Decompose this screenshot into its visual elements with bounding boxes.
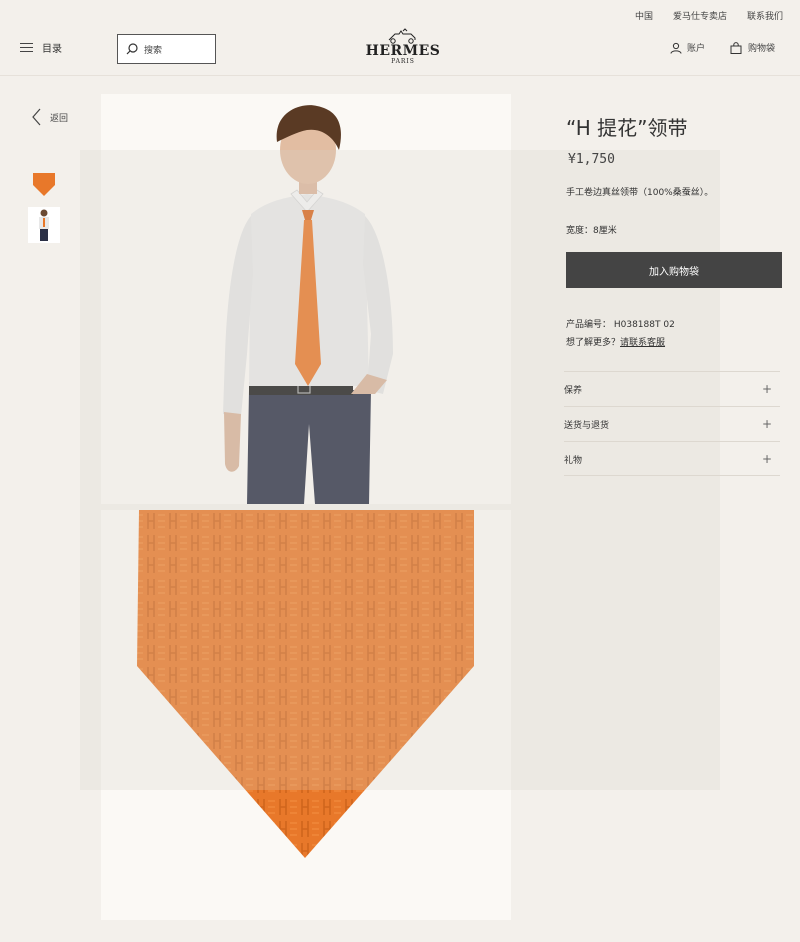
utility-bar: 中国 爱马仕专卖店 联系我们 — [635, 9, 783, 22]
search-icon — [126, 43, 138, 55]
accordion-delivery[interactable]: 送货与退货 + — [564, 406, 780, 441]
account-label: 账户 — [687, 44, 706, 54]
search-placeholder: 搜索 — [144, 45, 163, 56]
model-photo — [223, 105, 393, 504]
plus-icon: + — [761, 417, 772, 431]
back-label: 返回 — [50, 113, 69, 124]
menu-button[interactable]: 目录 — [20, 40, 62, 55]
thumbnail-model[interactable] — [28, 207, 60, 243]
hermes-logo[interactable]: HERMES PARIS — [362, 28, 444, 65]
model-thumbnail-image — [39, 209, 49, 241]
thumbnail-tie-detail[interactable] — [28, 166, 60, 202]
plus-icon: + — [761, 382, 772, 396]
accordion-divider — [564, 475, 780, 476]
more-info-prefix: 想了解更多？ — [566, 338, 621, 348]
region-link[interactable]: 中国 — [635, 9, 653, 22]
product-reference: 产品编号： H038188T 02 — [566, 320, 675, 330]
shopping-bag-icon — [730, 41, 742, 54]
product-description: 手工卷边真丝领带（100%桑蚕丝）。 — [566, 188, 714, 198]
product-image-panel — [101, 94, 511, 920]
more-info: 想了解更多？请联系客服 — [566, 335, 665, 348]
accordion-care-label: 保养 — [564, 385, 583, 396]
menu-label: 目录 — [42, 44, 62, 55]
carriage-logo-icon — [388, 28, 416, 44]
site-header: 目录 搜索 HERMES PARIS 账户 购物袋 — [0, 28, 800, 76]
accordion-gift-label: 礼物 — [564, 455, 583, 466]
accordion-gift[interactable]: 礼物 + — [564, 441, 780, 476]
plus-icon: + — [761, 452, 772, 466]
logo-brand: HERMES — [365, 43, 441, 59]
tie-thumbnail-image — [33, 173, 55, 196]
chevron-left-icon — [32, 108, 41, 126]
hamburger-icon — [20, 42, 33, 53]
logo-city: PARIS — [391, 58, 415, 65]
cart-label: 购物袋 — [748, 44, 776, 54]
back-link[interactable]: 返回 — [32, 108, 68, 126]
add-to-cart-button[interactable]: 加入购物袋 — [566, 252, 782, 288]
product-price: ¥1,750 — [568, 152, 615, 167]
contact-link[interactable]: 联系我们 — [747, 9, 783, 22]
user-icon — [670, 42, 682, 54]
contact-service-link[interactable]: 请联系客服 — [620, 338, 665, 348]
stores-link[interactable]: 爱马仕专卖店 — [673, 9, 727, 22]
product-title: “H 提花”领带 — [566, 116, 688, 140]
account-button[interactable]: 账户 — [670, 41, 705, 54]
accordion-care[interactable]: 保养 + — [564, 371, 780, 406]
cart-button[interactable]: 购物袋 — [730, 41, 775, 54]
search-input[interactable]: 搜索 — [117, 34, 216, 64]
product-width: 宽度：8厘米 — [566, 226, 617, 236]
accordion-delivery-label: 送货与退货 — [564, 420, 610, 431]
tie-detail-photo — [137, 510, 474, 858]
